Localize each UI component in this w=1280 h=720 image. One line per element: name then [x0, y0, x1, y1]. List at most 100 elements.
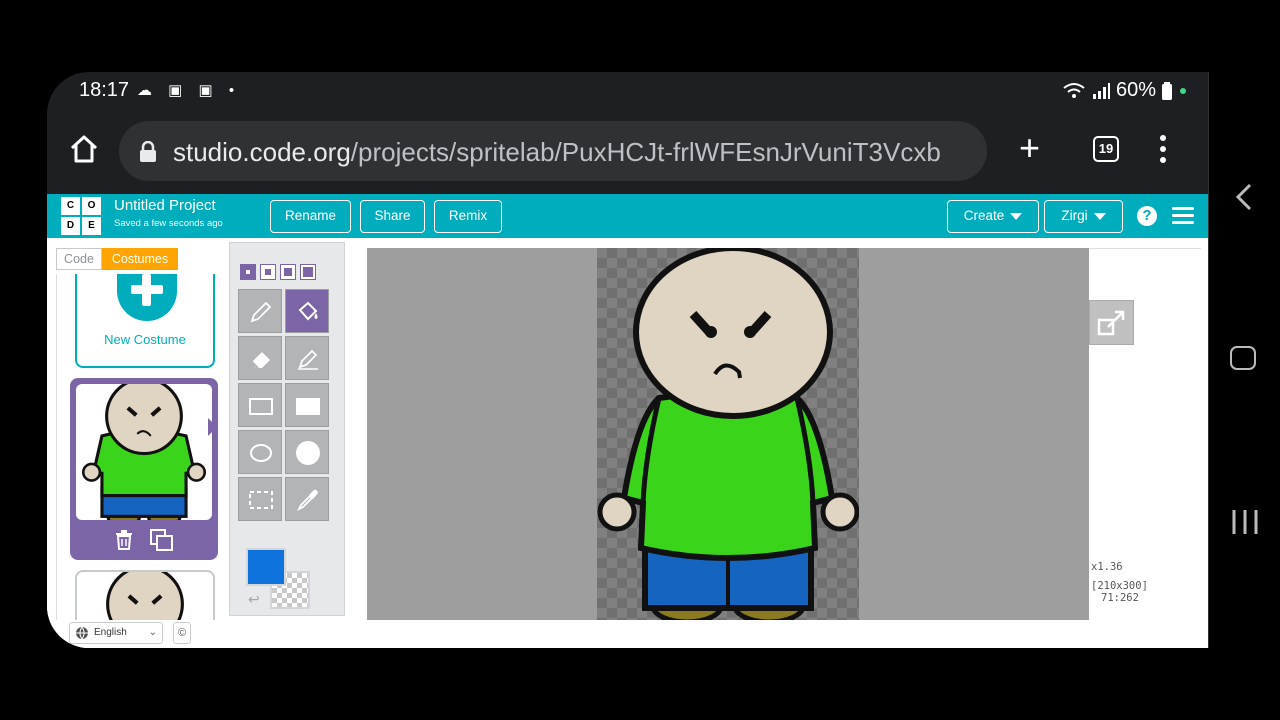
boy-sprite-drawing: [597, 248, 859, 622]
costume-item-selected[interactable]: [70, 378, 218, 560]
user-name: Zirgi: [1061, 208, 1088, 223]
costume-thumbnail: [76, 384, 212, 520]
brush-size-1[interactable]: [240, 264, 256, 280]
duplicate-costume-icon[interactable]: [150, 529, 174, 551]
paint-toolbox: ↩: [229, 242, 345, 616]
logo-letter: D: [61, 217, 80, 235]
costume-item[interactable]: [75, 570, 215, 620]
pencil-icon: [250, 301, 272, 323]
notification-icons: ☁ ▣ ▣ •: [137, 82, 241, 99]
paint-bucket-tool[interactable]: [285, 289, 329, 333]
eraser-tool[interactable]: [238, 336, 282, 380]
wifi-icon: [1063, 82, 1085, 98]
costume-list: New Costume: [56, 274, 231, 620]
resize-icon: [1097, 310, 1125, 336]
create-label: Create: [963, 208, 1005, 223]
paint-bucket-icon: [298, 301, 318, 321]
ellipse-filled-icon: [296, 441, 320, 465]
status-bar: 18:17 ☁ ▣ ▣ • 60%: [47, 72, 1208, 108]
paint-canvas-area[interactable]: [367, 248, 1089, 622]
battery-icon: [1162, 81, 1172, 100]
remix-button[interactable]: Remix: [434, 200, 502, 233]
brush-size-2[interactable]: [260, 264, 276, 280]
tab-code[interactable]: Code: [56, 248, 102, 270]
chevron-down-icon: ⌄: [148, 627, 157, 638]
project-title: Untitled Project: [114, 197, 216, 214]
eyedropper-icon: [296, 489, 318, 512]
battery-percent: 60%: [1115, 79, 1156, 101]
android-nav-bar: [1208, 72, 1280, 648]
caret-down-icon: [1010, 212, 1023, 220]
header-bar: C O D E Untitled Project Saved a few sec…: [47, 194, 1208, 238]
pencil-tool[interactable]: [238, 289, 282, 333]
caret-down-icon: [1093, 212, 1106, 220]
rectangle-filled-tool[interactable]: [285, 383, 329, 427]
home-nav-icon[interactable]: [1230, 346, 1256, 370]
line-pen-icon: [298, 349, 318, 370]
fill-color-swatch[interactable]: [246, 548, 286, 586]
code-org-logo[interactable]: C O D E: [61, 197, 101, 235]
select-tool[interactable]: [238, 477, 282, 521]
privacy-dot-icon: [1180, 87, 1186, 94]
sprite-canvas[interactable]: [597, 248, 859, 622]
delete-costume-icon[interactable]: [115, 530, 133, 550]
ellipse-outline-icon: [250, 444, 272, 462]
zoom-level: x1.36: [1091, 561, 1123, 573]
home-icon[interactable]: [67, 132, 101, 166]
browser-toolbar: studio.code.org/projects/spritelab/PuxHC…: [47, 116, 1208, 188]
add-icon: [117, 274, 177, 321]
rectangle-filled-icon: [296, 398, 320, 415]
copyright-button[interactable]: ©: [173, 622, 191, 644]
address-bar[interactable]: studio.code.org/projects/spritelab/PuxHC…: [119, 121, 987, 181]
line-tool[interactable]: [285, 336, 329, 380]
more-menu-icon[interactable]: [1159, 134, 1167, 164]
back-icon[interactable]: [1235, 182, 1253, 212]
user-dropdown[interactable]: Zirgi: [1044, 200, 1123, 233]
new-costume-button[interactable]: New Costume: [75, 274, 215, 368]
url-text: studio.code.org/projects/spritelab/PuxHC…: [173, 137, 941, 168]
recent-apps-icon[interactable]: [1231, 508, 1259, 536]
fit-to-screen-button[interactable]: [1089, 300, 1134, 345]
boy-sprite-thumbnail: [81, 384, 207, 520]
tab-costumes[interactable]: Costumes: [102, 248, 178, 270]
globe-icon: [76, 626, 88, 640]
selection-pointer: [208, 418, 217, 436]
mode-toggle: Code Costumes: [56, 248, 178, 270]
brush-size-picker: [240, 264, 316, 280]
marquee-select-icon: [249, 491, 273, 509]
language-select[interactable]: English ⌄: [69, 622, 163, 644]
rectangle-outline-icon: [249, 398, 273, 415]
footer: English ⌄ ©: [47, 620, 1208, 648]
signal-icon: [1092, 82, 1110, 99]
logo-letter: C: [61, 197, 80, 215]
swap-colors-icon[interactable]: ↩: [248, 591, 260, 608]
phone-screen: 18:17 ☁ ▣ ▣ • 60% studio.code.org/projec…: [47, 72, 1208, 648]
cursor-coordinates: 71:262: [1101, 592, 1139, 604]
boy-sprite-thumbnail: [106, 572, 184, 620]
workspace: Code Costumes New Costume ↩ x1.36 [210x3…: [47, 238, 1208, 648]
code-studio-app: C O D E Untitled Project Saved a few sec…: [47, 194, 1208, 648]
eyedropper-tool[interactable]: [285, 477, 329, 521]
canvas-info-panel: x1.36 [210x300] 71:262: [1089, 248, 1201, 622]
brush-size-3[interactable]: [280, 264, 296, 280]
rename-button[interactable]: Rename: [270, 200, 351, 233]
eraser-icon: [251, 352, 270, 369]
ellipse-outline-tool[interactable]: [238, 430, 282, 474]
tab-switcher-button[interactable]: 19: [1093, 136, 1119, 162]
new-tab-plus-icon[interactable]: +: [1019, 130, 1040, 166]
ellipse-filled-tool[interactable]: [285, 430, 329, 474]
logo-letter: E: [82, 217, 101, 235]
share-button[interactable]: Share: [360, 200, 425, 233]
help-icon[interactable]: ?: [1137, 206, 1157, 226]
hamburger-menu-icon[interactable]: [1172, 207, 1194, 225]
rectangle-outline-tool[interactable]: [238, 383, 282, 427]
create-dropdown[interactable]: Create: [947, 200, 1039, 233]
brush-size-4[interactable]: [300, 264, 316, 280]
save-status: Saved a few seconds ago: [114, 218, 223, 229]
language-label: English: [94, 627, 127, 638]
canvas-dimensions: [210x300]: [1091, 580, 1148, 592]
url-path: /projects/spritelab/PuxHCJt-frlWFEsnJrVu…: [350, 137, 941, 167]
status-time: 18:17: [79, 79, 130, 101]
new-costume-label: New Costume: [104, 332, 186, 347]
url-host: studio.code.org: [173, 137, 351, 167]
